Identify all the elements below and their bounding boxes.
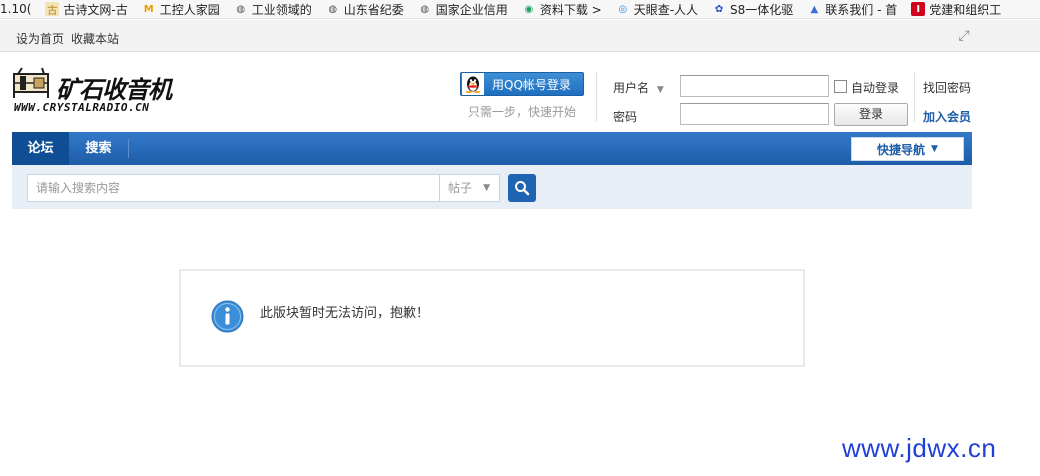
bookmark-label: 国家企业信用 xyxy=(435,2,508,17)
search-icon xyxy=(515,181,530,196)
chevron-down-icon: ▼ xyxy=(483,183,490,193)
set-homepage-link[interactable]: 设为首页 xyxy=(16,30,64,47)
bookmark-item[interactable]: ◍ 国家企业信用 xyxy=(418,1,508,18)
bookmark-label: 党建和组织工 xyxy=(929,2,1002,17)
divider xyxy=(914,72,915,122)
bookmark-item[interactable]: ▲ 联系我们 - 首 xyxy=(807,1,897,18)
bookmark-label: 工控人家园 xyxy=(159,2,220,17)
logo-url: WWW.CRYSTALRADIO.CN xyxy=(14,101,150,114)
bookmark-item[interactable]: M 工控人家园 xyxy=(142,1,220,18)
bookmark-item[interactable]: ◍ 工业领域的 xyxy=(234,1,312,18)
green-circle-icon: ◉ xyxy=(524,3,534,15)
bookmark-label: 资料下载 > xyxy=(539,2,602,17)
bookmark-item[interactable]: 1.10( xyxy=(0,2,31,16)
bookmark-item[interactable]: ◉ 资料下载 > xyxy=(522,1,602,18)
divider xyxy=(596,72,597,122)
triangle-icon: ▲ xyxy=(810,3,819,15)
site-logo[interactable]: 矿石收音机 WWW.CRYSTALRADIO.CN xyxy=(12,66,194,118)
bookmark-item[interactable]: 古古诗文网-古 xyxy=(45,1,128,18)
nav-tab-forum[interactable]: 论坛 xyxy=(12,132,69,165)
bookmark-label: 工业领域的 xyxy=(251,2,312,17)
auto-login-checkbox[interactable] xyxy=(834,80,847,93)
qq-login-button[interactable]: 用QQ帐号登录 xyxy=(460,72,584,96)
qq-login-tip: 只需一步，快速开始 xyxy=(468,105,577,119)
quick-nav-button[interactable]: 快捷导航 ▼ xyxy=(851,137,964,161)
bookmark-item[interactable]: ◍ 山东省纪委 xyxy=(326,1,404,18)
chevron-down-icon: ▼ xyxy=(931,144,938,154)
red-i-icon: I xyxy=(911,2,926,16)
qq-login-label: 用QQ帐号登录 xyxy=(492,77,571,92)
bookmarks-bar: 1.10( 古古诗文网-古 M 工控人家园 ◍ 工业领域的 ◍ 山东省纪委 ◍ 国家企业信用 ◉ 资料… xyxy=(0,0,1040,19)
top-toolbar: 设为首页 收藏本站 ⤢ xyxy=(0,20,1040,52)
bookmark-site-link[interactable]: 收藏本站 xyxy=(71,30,119,47)
search-button[interactable] xyxy=(508,174,536,202)
expand-icon[interactable]: ⤢ xyxy=(956,28,972,44)
bookmark-label: 山东省纪委 xyxy=(343,2,404,17)
bookmark-label: S8一体化驱 xyxy=(730,2,794,17)
auto-login-label[interactable]: 自动登录 xyxy=(851,79,899,96)
bookmark-label: 古诗文网-古 xyxy=(63,2,128,17)
bookmark-label: 1.10( xyxy=(0,2,32,16)
logo-title: 矿石收音机 xyxy=(56,75,172,104)
tianyan-icon: ◎ xyxy=(618,3,628,15)
search-type-select[interactable]: 帖子 ▼ xyxy=(439,174,500,202)
bookmark-item[interactable]: ✿ S8一体化驱 xyxy=(712,1,793,18)
login-button[interactable]: 登录 xyxy=(834,103,908,126)
register-link[interactable]: 加入会员 xyxy=(923,108,971,125)
username-input[interactable] xyxy=(680,75,829,97)
message-box: 此版块暂时无法访问，抱歉！ xyxy=(179,269,805,367)
globe-icon: ◍ xyxy=(328,3,338,15)
search-input[interactable]: 请输入搜索内容 xyxy=(27,174,440,202)
bookmark-item[interactable]: ◎ 天眼查-人人 xyxy=(616,1,698,18)
error-message: 此版块暂时无法访问，抱歉！ xyxy=(260,306,430,321)
quick-nav-label: 快捷导航 xyxy=(877,142,926,157)
username-label-text: 用户名 xyxy=(613,81,650,95)
globe-icon: ◍ xyxy=(236,3,246,15)
qq-penguin-icon xyxy=(462,73,484,95)
nav-divider xyxy=(128,139,129,158)
watermark-text: www.jdwx.cn xyxy=(842,433,997,463)
paw-icon: ✿ xyxy=(714,3,724,15)
password-label: 密码 xyxy=(613,110,638,124)
m-icon: M xyxy=(143,3,154,15)
chevron-down-icon: ▼ xyxy=(656,85,664,95)
bookmark-label: 天眼查-人人 xyxy=(633,2,699,17)
bookmark-item[interactable]: I 党建和组织工 xyxy=(911,1,1001,18)
nav-tab-search[interactable]: 搜索 xyxy=(82,132,115,165)
bookmark-label: 联系我们 - 首 xyxy=(825,2,898,17)
password-input[interactable] xyxy=(680,103,829,125)
search-bar: 请输入搜索内容 帖子 ▼ xyxy=(12,165,972,209)
globe-icon: ◍ xyxy=(420,3,430,15)
gu-icon: 古 xyxy=(45,2,60,17)
main-nav: 论坛 搜索 快捷导航 ▼ xyxy=(12,132,972,165)
find-password-link[interactable]: 找回密码 xyxy=(923,79,971,96)
search-type-value: 帖子 xyxy=(448,181,473,195)
info-icon xyxy=(211,300,244,333)
username-label[interactable]: 用户名 ▼ xyxy=(613,79,664,96)
